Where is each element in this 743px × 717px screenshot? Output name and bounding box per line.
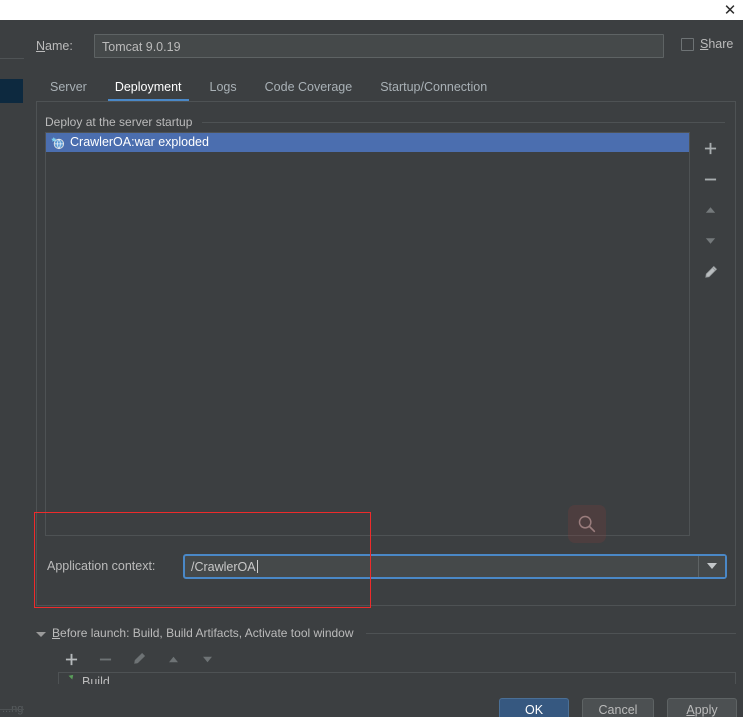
name-label: Name: <box>36 39 73 53</box>
bl-move-up-button[interactable] <box>162 649 184 669</box>
list-item-label: CrawlerOA:war exploded <box>70 135 209 149</box>
chevron-down-icon[interactable] <box>36 631 46 637</box>
artifacts-toolbar <box>693 132 727 542</box>
bl-move-down-button[interactable] <box>196 649 218 669</box>
application-context-combobox[interactable]: /CrawlerOA <box>183 554 727 579</box>
bl-add-button[interactable] <box>60 649 82 669</box>
application-context-label: Application context: <box>47 559 156 573</box>
share-checkbox-row[interactable]: Share <box>681 37 733 51</box>
before-launch-header: Before launch: Build, Build Artifacts, A… <box>36 624 736 642</box>
move-up-button[interactable] <box>699 200 721 220</box>
cancel-button[interactable]: Cancel <box>582 698 654 717</box>
application-context-value: /CrawlerOA <box>191 559 256 574</box>
move-down-button[interactable] <box>699 231 721 251</box>
before-launch-toolbar <box>60 649 218 669</box>
application-context-input[interactable]: /CrawlerOA <box>185 559 698 574</box>
share-label: Share <box>700 37 733 51</box>
name-label-mnemonic: N <box>36 39 46 53</box>
text-cursor <box>256 559 258 573</box>
bl-remove-button[interactable] <box>94 649 116 669</box>
tab-logs[interactable]: Logs <box>196 74 251 100</box>
before-launch-title-rest: efore launch: Build, Build Artifacts, Ac… <box>60 626 354 640</box>
name-row: Name: Tomcat 9.0.19 Share <box>36 34 733 60</box>
edit-button[interactable] <box>699 262 721 282</box>
ide-left-panel-selected-item[interactable] <box>0 79 23 103</box>
before-launch-mnemonic: B <box>52 626 61 640</box>
bl-edit-button[interactable] <box>128 649 150 669</box>
apply-button[interactable]: Apply <box>667 698 737 717</box>
tab-startup-connection[interactable]: Startup/Connection <box>366 74 501 100</box>
run-debug-configurations-dialog: Name: Tomcat 9.0.19 Share Server Deploym… <box>24 20 743 717</box>
window-title-strip <box>0 0 743 20</box>
ok-button[interactable]: OK <box>499 698 569 717</box>
list-item-label: Build <box>82 675 110 684</box>
deployment-panel: Deploy at the server startup CrawlerOA:w… <box>36 101 736 606</box>
artifact-icon <box>50 135 65 150</box>
dialog-footer: OK Cancel Apply <box>24 688 743 717</box>
tab-deployment[interactable]: Deployment <box>101 74 196 102</box>
build-icon <box>63 673 76 684</box>
deploy-panel-title: Deploy at the server startup <box>45 115 199 129</box>
deploy-panel-divider <box>202 122 725 123</box>
deployment-artifacts-list[interactable]: CrawlerOA:war exploded <box>45 132 690 536</box>
application-context-row: Application context: /CrawlerOA <box>45 554 727 580</box>
share-label-rest: hare <box>708 37 734 51</box>
remove-button[interactable] <box>699 169 721 189</box>
before-launch-task-list[interactable]: Build <box>58 672 736 684</box>
tab-server[interactable]: Server <box>36 74 101 100</box>
tab-code-coverage[interactable]: Code Coverage <box>251 74 367 100</box>
chevron-down-icon[interactable] <box>698 556 725 577</box>
add-button[interactable] <box>699 138 721 158</box>
settings-tabs: Server Deployment Logs Code Coverage Sta… <box>36 72 736 102</box>
name-label-rest: ame: <box>45 39 73 53</box>
before-launch-title: Before launch: Build, Build Artifacts, A… <box>52 626 354 640</box>
list-item[interactable]: CrawlerOA:war exploded <box>46 133 689 152</box>
screenshot-root: ...ngura (yesterday 20:02) 5:18 ✕ Name: … <box>0 0 743 717</box>
share-checkbox[interactable] <box>681 37 694 51</box>
list-item[interactable]: Build <box>59 673 735 684</box>
apply-label-rest: pply <box>694 703 718 717</box>
apply-mnemonic: A <box>686 703 695 717</box>
ide-left-tool-panel <box>0 58 25 679</box>
search-icon <box>568 505 606 543</box>
name-input[interactable]: Tomcat 9.0.19 <box>94 34 664 58</box>
close-icon[interactable]: ✕ <box>721 1 739 19</box>
before-launch-divider <box>365 632 736 634</box>
